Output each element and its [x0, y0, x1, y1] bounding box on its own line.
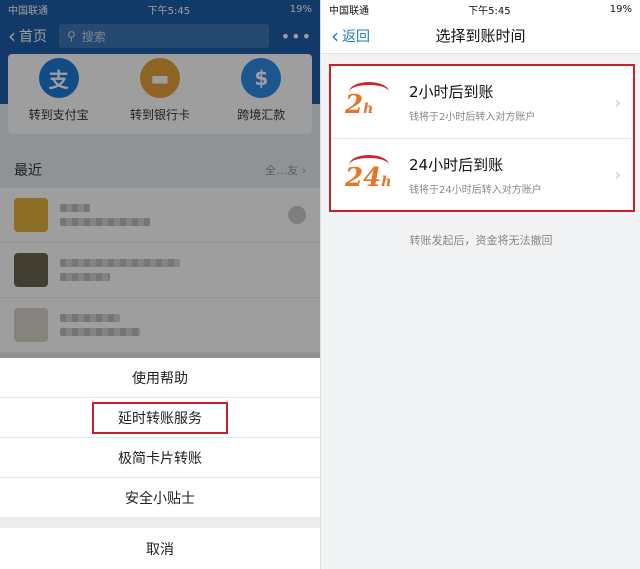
- status-bar: 中国联通 下午5:45 19%: [321, 0, 640, 18]
- 24h-logo-icon: 24h: [345, 154, 393, 195]
- option-delayed-transfer[interactable]: 延时转账服务: [0, 398, 320, 438]
- transfer-home-screen: 中国联通 下午5:45 19% ‹ 首页 ⚲ 搜索 ••• 支 转到支付宝 ▬ …: [0, 0, 320, 569]
- option-subtitle: 钱将于24小时后转入对方账户: [409, 184, 542, 196]
- cancel-button[interactable]: 取消: [0, 528, 320, 569]
- logo-number: 2: [345, 90, 364, 120]
- irreversible-note: 转账发起后，资金将无法撤回: [409, 234, 553, 247]
- option-safety-tips[interactable]: 安全小贴士: [0, 478, 320, 518]
- back-button[interactable]: ‹ 返回: [331, 26, 370, 46]
- carrier-label: 中国联通: [329, 5, 369, 17]
- arrival-options: 2h 2小时后到账 钱将于2小时后转入对方账户 › 24h 24小时后到账 钱将…: [329, 64, 635, 212]
- battery-label: 19%: [609, 3, 632, 15]
- nav-bar: ‹ 返回 选择到账时间: [321, 18, 640, 54]
- chevron-right-icon: ›: [614, 92, 621, 112]
- option-title: 2小时后到账: [409, 83, 494, 101]
- option-label: 安全小贴士: [125, 490, 195, 507]
- logo-number: 24: [345, 162, 382, 193]
- cancel-label: 取消: [146, 541, 174, 558]
- option-simple-card-transfer[interactable]: 极简卡片转账: [0, 438, 320, 478]
- action-sheet: 使用帮助 延时转账服务 极简卡片转账 安全小贴士 取消: [0, 358, 320, 569]
- modal-overlay[interactable]: [0, 0, 320, 358]
- option-label: 极简卡片转账: [118, 450, 202, 467]
- option-subtitle: 钱将于2小时后转入对方账户: [409, 112, 536, 123]
- time-label: 下午5:45: [468, 5, 511, 17]
- sheet-divider: [0, 518, 320, 528]
- option-24-hours[interactable]: 24h 24小时后到账 钱将于24小时后转入对方账户 ›: [331, 138, 633, 210]
- option-label: 使用帮助: [132, 370, 188, 387]
- arrival-time-screen: 中国联通 下午5:45 19% ‹ 返回 选择到账时间 2h 2小时后到账 钱将…: [320, 0, 640, 569]
- chevron-left-icon: ‹: [331, 23, 339, 48]
- option-2-hours[interactable]: 2h 2小时后到账 钱将于2小时后转入对方账户 ›: [331, 66, 633, 138]
- option-title: 24小时后到账: [409, 155, 504, 174]
- chevron-right-icon: ›: [614, 165, 621, 184]
- option-help[interactable]: 使用帮助: [0, 358, 320, 398]
- back-label: 返回: [342, 28, 370, 45]
- option-label: 延时转账服务: [92, 401, 228, 434]
- 2h-logo-icon: 2h: [345, 82, 393, 122]
